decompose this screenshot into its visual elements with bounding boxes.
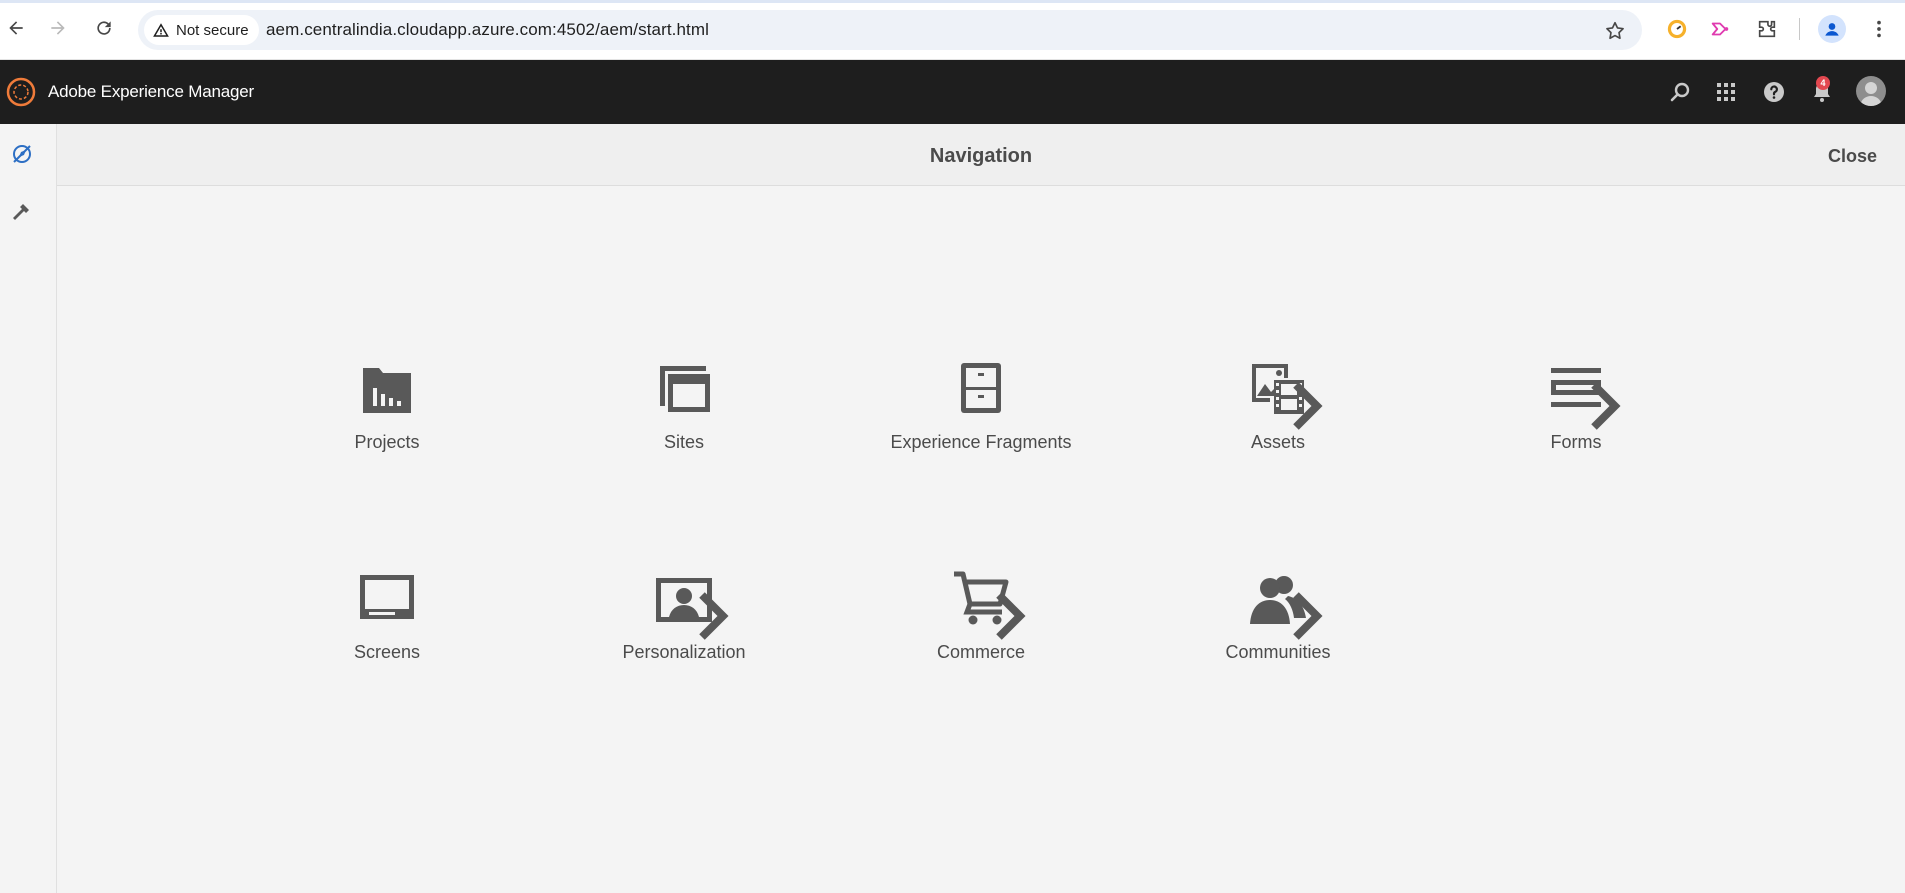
nav-tile-commerce[interactable]: Commerce <box>871 566 1091 686</box>
sites-icon <box>652 356 716 420</box>
profile-button[interactable] <box>1818 15 1846 43</box>
browser-toolbar: Not secure aem.centralindia.cloudapp.azu… <box>0 0 1905 60</box>
hammer-icon <box>13 204 29 220</box>
search-icon[interactable] <box>1666 78 1694 106</box>
browser-menu-icon[interactable] <box>1866 16 1892 42</box>
tile-label: Screens <box>353 642 421 662</box>
tile-label: Sites <box>663 432 705 452</box>
screens-icon <box>355 566 419 630</box>
address-bar[interactable]: Not secure aem.centralindia.cloudapp.azu… <box>138 10 1642 50</box>
nav-tile-experience-fragments[interactable]: Experience Fragments <box>871 356 1091 476</box>
tile-label: Experience Fragments <box>890 432 1072 452</box>
extension-arrow-icon[interactable] <box>1707 16 1733 42</box>
security-label: Not secure <box>176 21 249 39</box>
profile-icon <box>1825 23 1839 36</box>
chevron-right-icon <box>1293 592 1323 640</box>
chevron-right-icon <box>1293 382 1323 430</box>
warning-icon <box>153 23 169 37</box>
chevron-right-icon <box>996 592 1026 640</box>
forward-arrow-icon <box>51 21 65 35</box>
notification-badge: 4 <box>1816 76 1830 90</box>
chevron-right-icon <box>699 592 729 640</box>
url-text[interactable]: aem.centralindia.cloudapp.azure.com:4502… <box>266 20 709 40</box>
panel-title: Navigation <box>929 145 1033 167</box>
tile-label: Projects <box>354 432 420 452</box>
navigation-panel-header: Navigation Close <box>57 124 1905 186</box>
personalization-icon <box>652 566 729 640</box>
tools-rail-button[interactable] <box>9 200 35 226</box>
assets-icon <box>1246 356 1323 430</box>
aem-shell-header: Adobe Experience Manager <box>0 60 1905 124</box>
help-icon[interactable] <box>1760 78 1788 106</box>
toolbar-divider <box>1799 18 1800 40</box>
reload-icon <box>97 21 111 35</box>
security-chip[interactable]: Not secure <box>144 15 259 45</box>
user-avatar[interactable] <box>1856 76 1886 106</box>
nav-tile-sites[interactable]: Sites <box>574 356 794 476</box>
forms-icon <box>1544 356 1621 430</box>
commerce-icon <box>949 566 1026 640</box>
reload-button[interactable] <box>90 14 118 42</box>
communities-icon <box>1246 566 1323 640</box>
nav-tile-forms[interactable]: Forms <box>1466 356 1686 476</box>
solutions-grid-icon[interactable] <box>1712 78 1740 106</box>
nav-tile-screens[interactable]: Screens <box>277 566 497 686</box>
nav-tile-communities[interactable]: Communities <box>1168 566 1388 686</box>
forward-button[interactable] <box>44 14 72 42</box>
experience-fragments-icon <box>949 356 1013 420</box>
nav-tile-personalization[interactable]: Personalization <box>574 566 794 686</box>
bookmark-star-icon[interactable] <box>1604 20 1626 42</box>
left-rail <box>0 124 57 893</box>
back-button[interactable] <box>2 14 30 42</box>
nav-tile-projects[interactable]: Projects <box>277 356 497 476</box>
aem-logo-icon[interactable] <box>6 77 36 107</box>
navigation-rail-button[interactable] <box>9 141 35 167</box>
app-title[interactable]: Adobe Experience Manager <box>48 82 254 102</box>
back-arrow-icon <box>9 21 23 35</box>
extension-speed-icon[interactable] <box>1664 16 1690 42</box>
nav-tile-assets[interactable]: Assets <box>1168 356 1388 476</box>
user-avatar-icon <box>1860 82 1882 106</box>
close-button[interactable]: Close <box>1828 146 1877 167</box>
chevron-right-icon <box>1591 382 1621 430</box>
extensions-puzzle-icon[interactable] <box>1754 16 1780 42</box>
compass-icon <box>13 145 31 163</box>
projects-icon <box>355 356 419 420</box>
